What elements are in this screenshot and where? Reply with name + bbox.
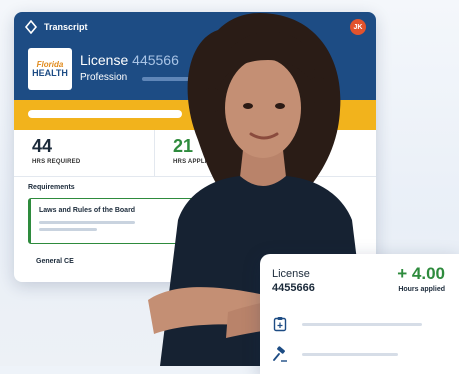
summary-license-number: 4455666 (272, 282, 315, 294)
hours-value: + 4.00 (397, 264, 445, 283)
summary-row[interactable] (272, 316, 442, 334)
placeholder-line (302, 323, 422, 326)
placeholder-line (302, 353, 398, 356)
hours-label: Hours applied (398, 286, 445, 293)
clipboard-icon (273, 317, 287, 332)
summary-license-label: License (272, 268, 310, 280)
florida-health-logo: Florida HEALTH (28, 48, 72, 90)
gavel-icon (273, 346, 287, 362)
license-summary-card: License 4455666 + 4.00 Hours applied (260, 254, 459, 374)
window-title: Transcript (44, 22, 88, 32)
general-ce-label: General CE (36, 258, 74, 265)
requirements-heading: Requirements (28, 184, 75, 191)
summary-row[interactable] (272, 346, 442, 364)
app-logo-icon (24, 20, 38, 34)
placeholder-line (39, 228, 97, 231)
